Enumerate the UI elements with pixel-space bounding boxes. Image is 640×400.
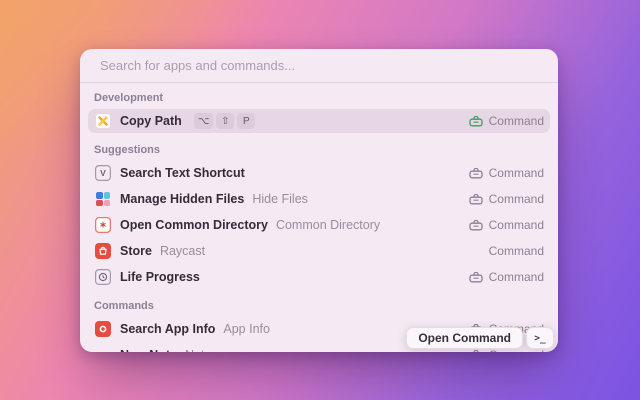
list-item[interactable]: ✶ Open Common Directory Common Directory Co…: [88, 213, 550, 237]
extension-app-icon: [468, 193, 483, 204]
shortcut-key: ⌥: [193, 113, 214, 129]
enter-key-icon: >_: [526, 327, 554, 349]
open-command-tooltip: Open Command >_: [406, 327, 554, 349]
item-subtitle: Raycast: [159, 244, 206, 258]
item-title: New Note: [120, 348, 177, 352]
command-palette-window: Development Copy Path ⌥⇧P Command Suggestion…: [80, 49, 558, 352]
list-item[interactable]: Life Progress Command: [88, 265, 550, 289]
item-subtitle: Hide Files: [252, 192, 308, 206]
item-title: Copy Path: [120, 114, 182, 128]
shortcut-key: P: [237, 113, 256, 129]
life-progress-icon: [95, 269, 111, 285]
hidden-files-icon: [96, 192, 110, 206]
item-type-label: Command: [488, 270, 544, 284]
list-item[interactable]: V Search Text Shortcut Command: [88, 161, 550, 185]
item-title: Manage Hidden Files: [120, 192, 245, 206]
shortcut-key: ⇧: [216, 113, 235, 129]
section-header-development: Development: [94, 92, 164, 104]
common-directory-icon: ✶: [95, 217, 111, 233]
item-type-label: Command: [488, 192, 544, 206]
list-item[interactable]: Manage Hidden Files Hide Files Command: [88, 187, 550, 211]
item-type-label: Command: [488, 244, 544, 258]
item-subtitle: App Info: [223, 322, 270, 336]
store-icon: [95, 243, 111, 259]
item-type-label: Command: [488, 166, 544, 180]
search-bar: [80, 49, 558, 83]
item-title: Search App Info: [120, 322, 216, 336]
item-title: Search Text Shortcut: [120, 166, 245, 180]
item-title: Open Common Directory: [120, 218, 268, 232]
item-subtitle: Common Directory: [275, 218, 381, 232]
extension-app-icon: [472, 349, 479, 352]
open-command-button[interactable]: Open Command: [406, 327, 523, 349]
list-item[interactable]: Copy Path ⌥ ⇧ P Command: [88, 109, 550, 133]
section-header-suggestions: Suggestions: [94, 144, 161, 156]
extension-app-icon: [468, 167, 483, 178]
list-item[interactable]: Store Raycast Command: [88, 239, 550, 263]
item-type-label: Command: [488, 114, 544, 128]
section-header-commands: Commands: [94, 300, 154, 312]
extension-app-icon: [468, 271, 483, 282]
item-title: Store: [120, 244, 152, 258]
copy-path-icon: [95, 113, 111, 129]
item-subtitle: Notes: [185, 348, 218, 352]
item-title: Life Progress: [120, 270, 200, 284]
app-info-icon: [95, 321, 111, 337]
item-type-label: Command: [488, 218, 544, 232]
extension-app-icon-green: [468, 115, 483, 126]
extension-app-icon: [468, 219, 483, 230]
keyboard-shortcut: ⌥ ⇧ P: [193, 113, 256, 129]
results-list: Development Copy Path ⌥ ⇧ P Command Suggestion…: [80, 83, 558, 352]
search-input[interactable]: [100, 58, 538, 73]
text-shortcut-icon: V: [95, 165, 111, 181]
